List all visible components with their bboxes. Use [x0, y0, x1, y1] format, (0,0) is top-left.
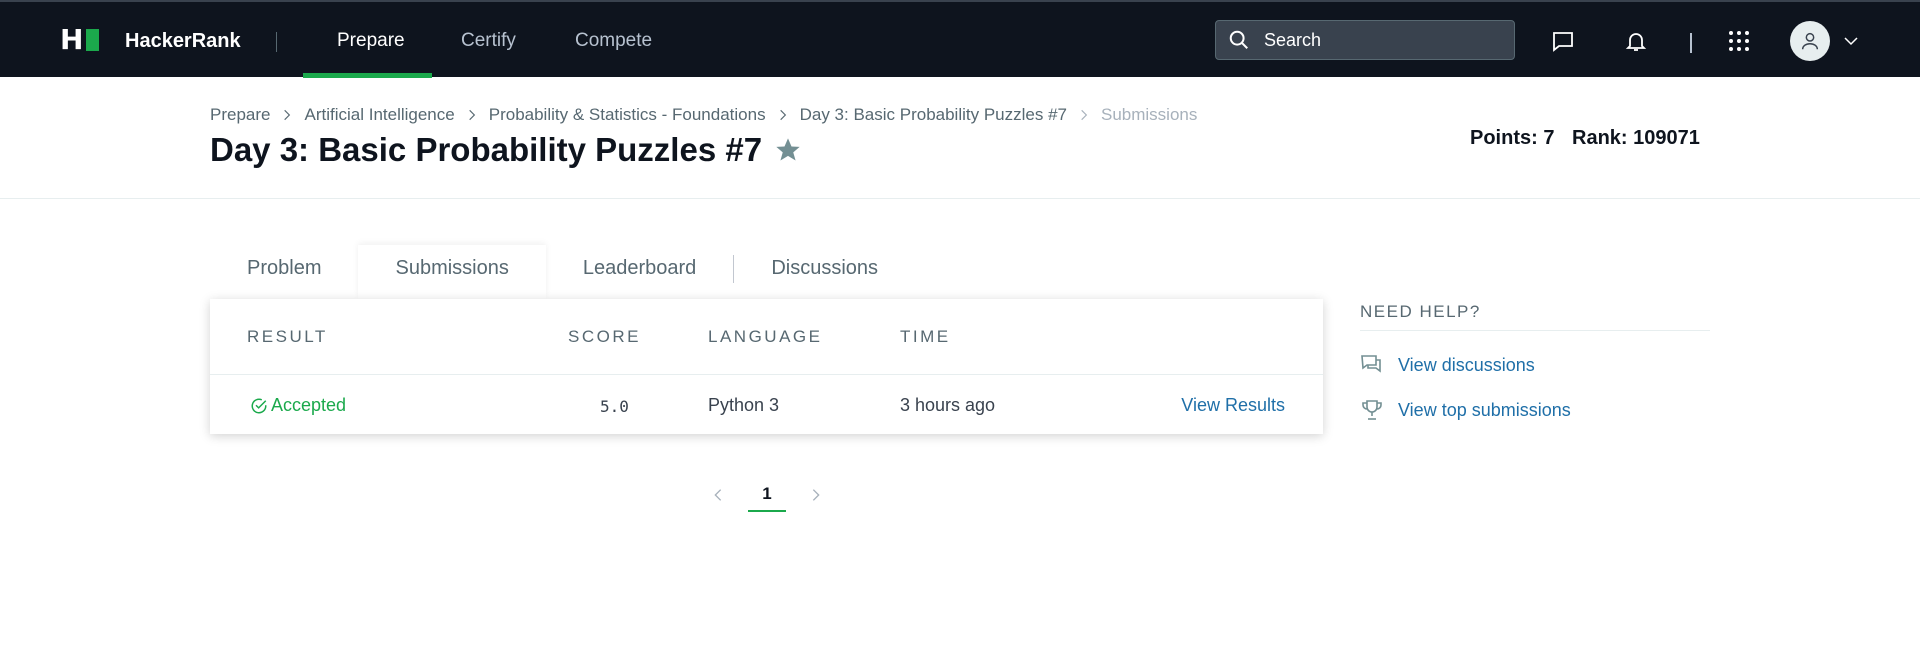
header-language: LANGUAGE — [708, 327, 823, 346]
brand-name[interactable]: HackerRank — [125, 30, 241, 53]
submissions-table: RESULT SCORE LANGUAGE TIME Accepted 5.0 … — [210, 299, 1323, 434]
chevron-right-icon — [779, 109, 786, 121]
user-avatar-icon — [1801, 32, 1819, 50]
challenge-tabs: Problem Submissions Leaderboard Discussi… — [210, 245, 915, 299]
breadcrumb: Prepare Artificial Intelligence Probabil… — [210, 105, 1197, 125]
check-circle-icon — [251, 398, 267, 413]
nav-certify[interactable]: Certify — [461, 30, 516, 52]
chevron-right-icon[interactable] — [808, 487, 824, 503]
header-score: SCORE — [568, 327, 641, 346]
search-icon — [1229, 30, 1248, 49]
chevron-right-icon — [468, 109, 475, 121]
view-top-submissions-label: View top submissions — [1398, 399, 1571, 420]
time-value: 3 hours ago — [900, 395, 996, 415]
trophy-icon — [1362, 400, 1382, 420]
page-title-text: Day 3: Basic Probability Puzzles #7 — [210, 131, 763, 168]
chevron-down-icon[interactable] — [1842, 32, 1860, 50]
breadcrumb-current: Submissions — [1101, 105, 1198, 124]
challenge-header: Prepare Artificial Intelligence Probabil… — [0, 77, 1920, 199]
tab-discussions[interactable]: Discussions — [734, 245, 915, 299]
result-text: Accepted — [271, 395, 347, 415]
top-navbar: H HackerRank Prepare Certify Compete Sea… — [0, 0, 1920, 78]
nav-compete[interactable]: Compete — [575, 30, 652, 52]
chevron-left-icon[interactable] — [710, 487, 726, 503]
points-value: Points: 7 — [1470, 127, 1555, 149]
header-time: TIME — [900, 327, 951, 346]
chat-icon[interactable] — [1551, 29, 1575, 53]
status-badge: Accepted — [250, 395, 346, 416]
points-rank: Points: 7 Rank: 109071 — [1470, 127, 1700, 150]
view-discussions-label: View discussions — [1398, 354, 1535, 375]
search-input[interactable]: Search — [1264, 30, 1321, 51]
header-result: RESULT — [247, 327, 328, 346]
logo-green-block — [86, 29, 100, 51]
chevron-right-icon — [284, 109, 291, 121]
score-value: 5.0 — [600, 397, 629, 416]
tab-submissions[interactable]: Submissions — [358, 245, 546, 299]
star-icon[interactable] — [774, 136, 802, 164]
avatar[interactable] — [1790, 21, 1830, 61]
chevron-right-icon — [1081, 109, 1088, 121]
search-box[interactable]: Search — [1215, 20, 1515, 60]
view-discussions-link[interactable]: View discussions — [1360, 353, 1535, 377]
breadcrumb-ai[interactable]: Artificial Intelligence — [304, 105, 454, 125]
nav-divider — [1690, 33, 1692, 53]
breadcrumb-track[interactable]: Probability & Statistics - Foundations — [489, 105, 766, 125]
help-divider — [1360, 330, 1710, 331]
nav-prepare[interactable]: Prepare — [337, 30, 405, 52]
breadcrumb-challenge[interactable]: Day 3: Basic Probability Puzzles #7 — [800, 105, 1067, 125]
apps-grid-icon[interactable] — [1727, 29, 1751, 53]
discussions-icon — [1361, 355, 1381, 373]
need-help-heading: NEED HELP? — [1360, 302, 1481, 321]
brand-divider — [276, 32, 277, 52]
page-number-current[interactable]: 1 — [748, 478, 786, 512]
view-top-submissions-link[interactable]: View top submissions — [1360, 398, 1571, 422]
tab-leaderboard[interactable]: Leaderboard — [546, 245, 733, 299]
page-title: Day 3: Basic Probability Puzzles #7 — [210, 131, 802, 169]
hackerrank-logo[interactable]: H — [60, 23, 100, 56]
language-value: Python 3 — [708, 395, 780, 415]
rank-value: Rank: 109071 — [1572, 127, 1700, 149]
bell-icon[interactable] — [1624, 29, 1648, 53]
tab-problem[interactable]: Problem — [210, 245, 358, 299]
pagination: 1 — [710, 478, 824, 512]
view-results-link[interactable]: View Results — [1181, 395, 1285, 416]
table-divider — [210, 374, 1323, 375]
logo-letter: H — [60, 23, 84, 56]
breadcrumb-prepare[interactable]: Prepare — [210, 105, 270, 125]
